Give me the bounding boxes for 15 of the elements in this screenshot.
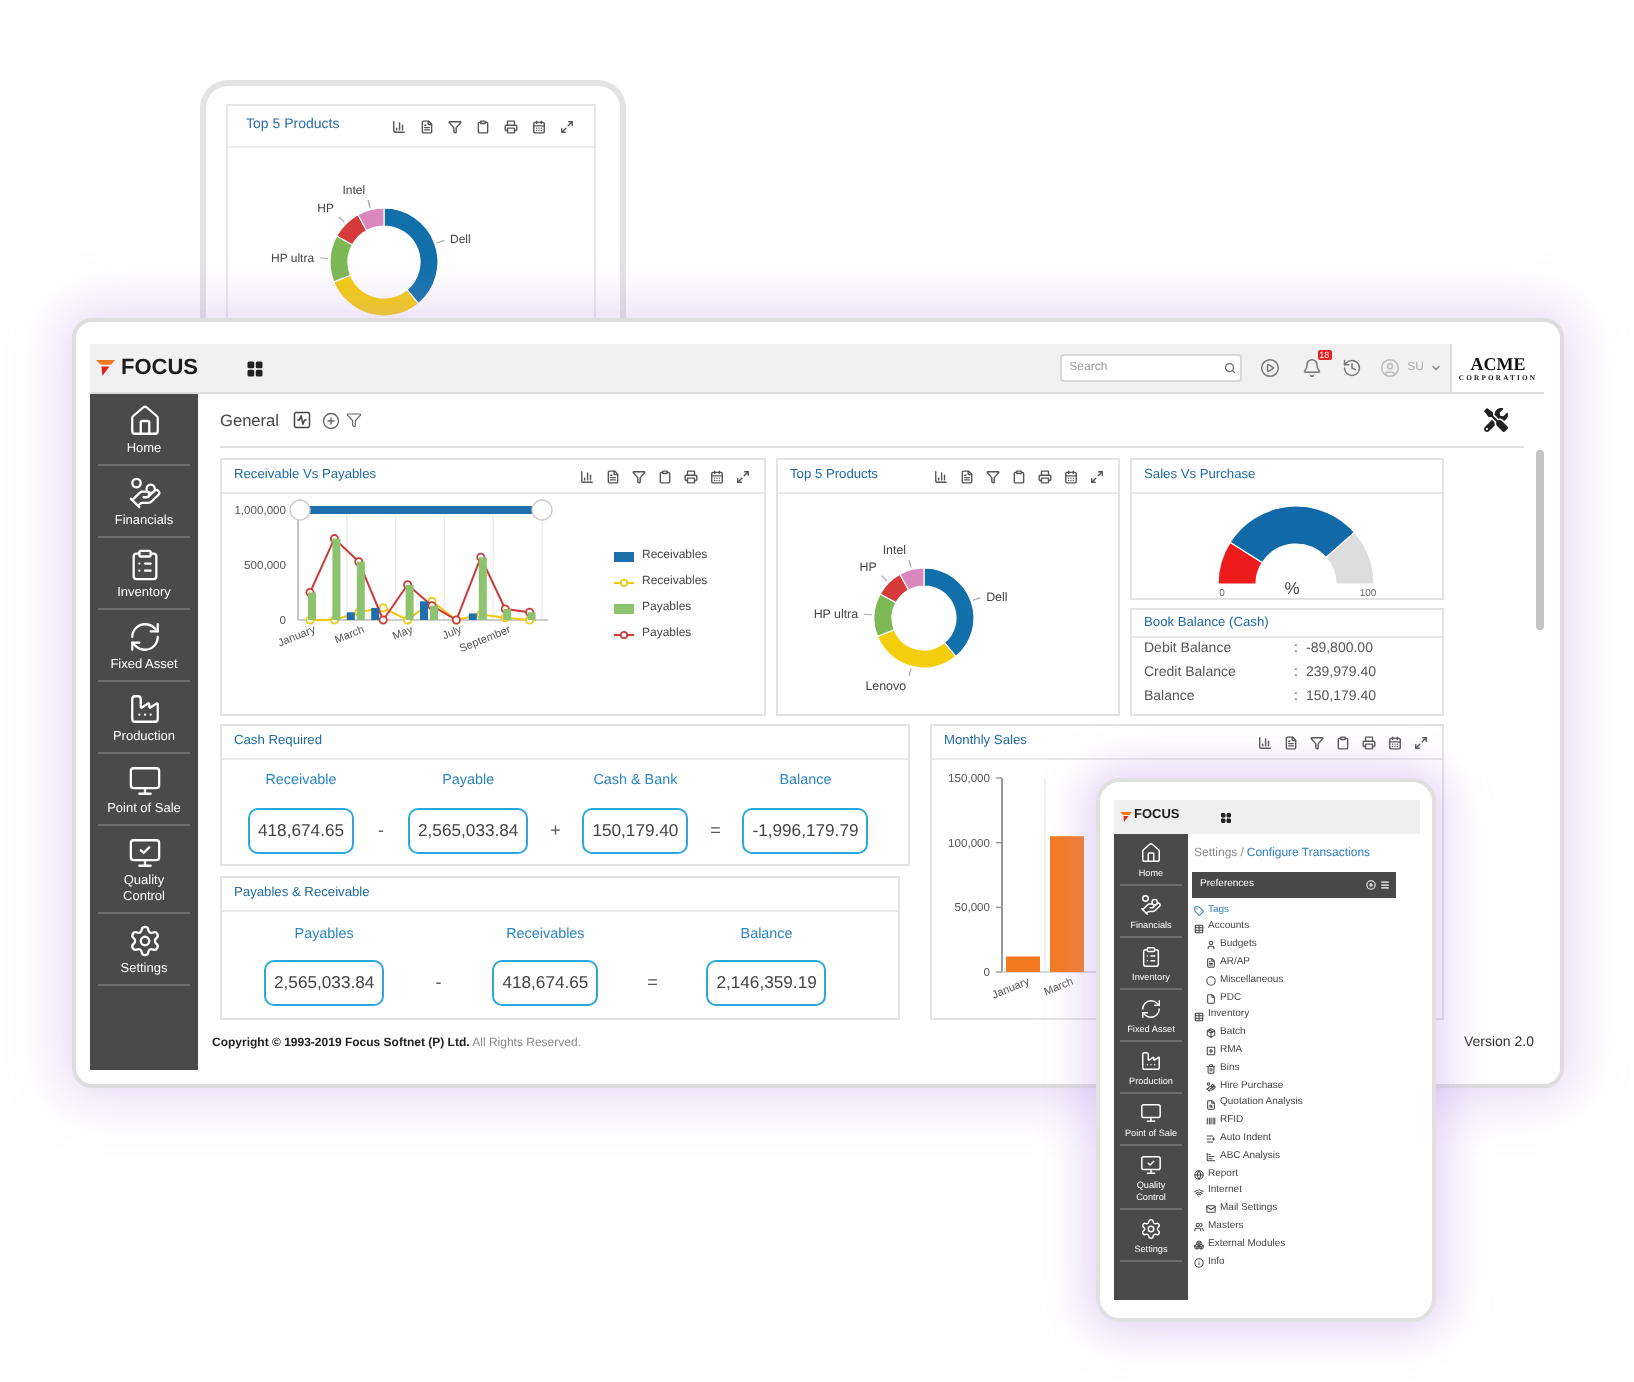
amount-display: 2,565,033.84 — [264, 960, 385, 1006]
gauge-unit: % — [1284, 578, 1300, 598]
page-title: General — [220, 407, 280, 433]
amount-display: 2,565,033.84 — [408, 808, 529, 854]
operator-sign: - — [378, 817, 385, 844]
operator-sign: = — [647, 969, 658, 996]
amount-display: 418,674.65 — [248, 808, 355, 854]
operator-sign: - — [435, 969, 442, 996]
logo-text: FOCUS — [121, 357, 198, 379]
operator-sign: = — [710, 817, 721, 844]
amount-display: -1,996,179.79 — [742, 808, 869, 854]
amount-display: 150,179.40 — [582, 808, 689, 854]
amount-display: 2,146,359.19 — [706, 960, 827, 1006]
amount-display: 418,674.65 — [492, 960, 599, 1006]
operator-sign: + — [550, 817, 561, 844]
